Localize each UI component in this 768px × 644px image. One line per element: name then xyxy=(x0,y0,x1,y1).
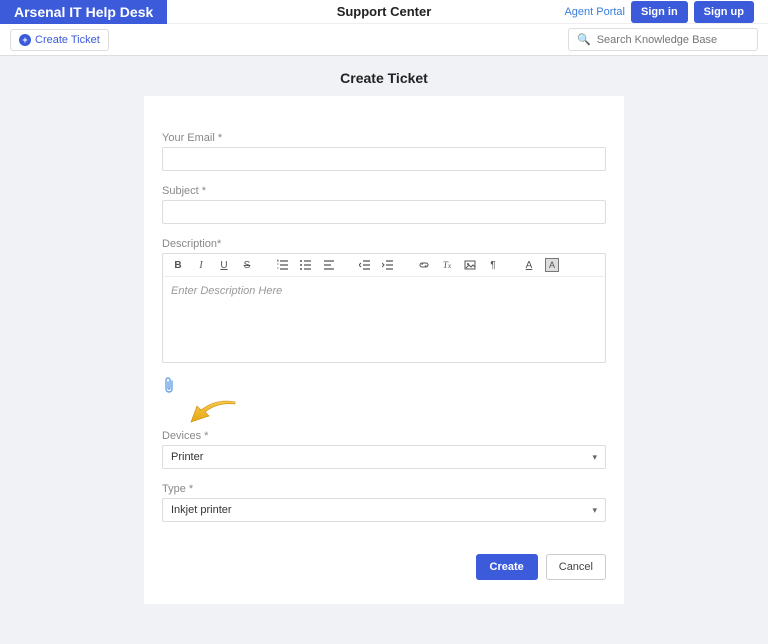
kb-search-wrap[interactable]: 🔍 xyxy=(568,28,758,51)
agent-portal-link[interactable]: Agent Portal xyxy=(564,6,625,18)
ordered-list-icon[interactable] xyxy=(276,258,290,272)
brand-title: Arsenal IT Help Desk xyxy=(0,0,167,24)
create-ticket-nav-button[interactable]: + Create Ticket xyxy=(10,29,109,51)
image-icon[interactable] xyxy=(463,258,477,272)
subbar: + Create Ticket 🔍 xyxy=(0,24,768,56)
sign-up-button[interactable]: Sign up xyxy=(694,1,754,23)
arrow-annotation xyxy=(162,412,606,430)
align-icon[interactable] xyxy=(322,258,336,272)
type-select[interactable]: Inkjet printer ▾ xyxy=(162,498,606,522)
email-label: Your Email * xyxy=(162,132,606,144)
support-center-title: Support Center xyxy=(337,4,432,19)
paragraph-icon[interactable]: ¶ xyxy=(486,258,500,272)
type-field-group: Type * Inkjet printer ▾ xyxy=(162,483,606,522)
type-label: Type * xyxy=(162,483,606,495)
chevron-down-icon: ▾ xyxy=(592,452,597,463)
topbar: Arsenal IT Help Desk Support Center Agen… xyxy=(0,0,768,24)
devices-label: Devices * xyxy=(162,430,606,442)
subject-label: Subject * xyxy=(162,185,606,197)
ticket-form-card: Your Email * Subject * Description* B I … xyxy=(144,96,624,604)
outdent-icon[interactable] xyxy=(358,258,372,272)
strikethrough-icon[interactable]: S xyxy=(240,258,254,272)
description-textarea[interactable]: Enter Description Here xyxy=(163,277,605,362)
clear-format-icon[interactable]: Tx xyxy=(440,258,454,272)
devices-select[interactable]: Printer ▾ xyxy=(162,445,606,469)
type-value: Inkjet printer xyxy=(171,504,232,516)
rte-toolbar: B I U S xyxy=(163,254,605,277)
description-label: Description* xyxy=(162,238,606,250)
devices-field-group: Devices * Printer ▾ xyxy=(162,430,606,469)
subject-input[interactable] xyxy=(162,200,606,224)
unordered-list-icon[interactable] xyxy=(299,258,313,272)
italic-icon[interactable]: I xyxy=(194,258,208,272)
rich-text-editor: B I U S xyxy=(162,253,606,363)
chevron-down-icon: ▾ xyxy=(592,505,597,516)
cancel-button[interactable]: Cancel xyxy=(546,554,606,580)
email-field-group: Your Email * xyxy=(162,132,606,171)
top-links: Agent Portal Sign in Sign up xyxy=(564,1,768,23)
description-field-group: Description* B I U S xyxy=(162,238,606,363)
form-actions: Create Cancel xyxy=(162,554,606,580)
page-title: Create Ticket xyxy=(0,70,768,86)
text-color-icon[interactable]: A xyxy=(522,258,536,272)
underline-icon[interactable]: U xyxy=(217,258,231,272)
text-bg-icon[interactable]: A xyxy=(545,258,559,272)
subject-field-group: Subject * xyxy=(162,185,606,224)
devices-value: Printer xyxy=(171,451,203,463)
create-button[interactable]: Create xyxy=(476,554,538,580)
attachment-icon[interactable] xyxy=(162,382,176,399)
create-ticket-nav-label: Create Ticket xyxy=(35,34,100,46)
sign-in-button[interactable]: Sign in xyxy=(631,1,688,23)
indent-icon[interactable] xyxy=(381,258,395,272)
bold-icon[interactable]: B xyxy=(171,258,185,272)
email-input[interactable] xyxy=(162,147,606,171)
plus-circle-icon: + xyxy=(19,34,31,46)
link-icon[interactable] xyxy=(417,258,431,272)
attachment-row xyxy=(162,377,606,400)
search-icon: 🔍 xyxy=(577,33,591,46)
kb-search-input[interactable] xyxy=(597,34,749,46)
